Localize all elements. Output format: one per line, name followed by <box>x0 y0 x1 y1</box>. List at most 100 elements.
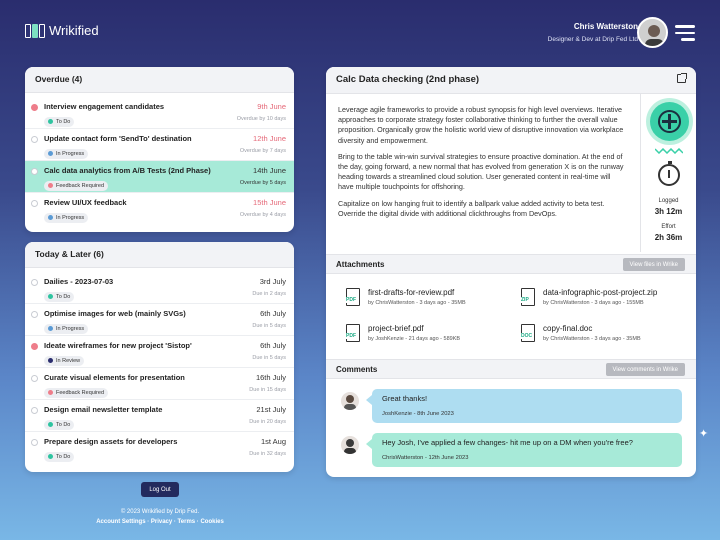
status-badge: To Do <box>44 116 75 127</box>
task-checkbox-icon[interactable] <box>31 311 38 318</box>
task-row[interactable]: Curate visual elements for presentation … <box>25 368 294 400</box>
task-row[interactable]: Design email newsletter template To Do 2… <box>25 400 294 432</box>
task-due-note: Overdue by 5 days <box>239 180 286 186</box>
status-label: In Review <box>56 357 81 364</box>
task-due-date: 15th June <box>253 198 286 207</box>
task-due-note: Due in 2 days <box>252 291 286 297</box>
attachments-title: Attachments <box>336 260 385 269</box>
attachment-item[interactable]: DOC copy-final.doc by ChrisWatterston - … <box>521 321 691 347</box>
task-due-date: 6th July <box>260 309 286 318</box>
status-dot-icon <box>48 151 53 156</box>
task-checkbox-icon[interactable] <box>31 407 38 414</box>
status-badge: To Do <box>44 451 75 462</box>
add-time-button[interactable] <box>650 102 689 141</box>
attachment-meta: by JoshKenzie - 21 days ago - 589KB <box>368 336 461 342</box>
status-label: In Progress <box>56 214 85 221</box>
view-comments-button[interactable]: View comments in Wrike <box>605 363 685 376</box>
task-title: Design email newsletter template <box>44 405 163 414</box>
status-badge: Feedback Required <box>44 180 109 191</box>
task-due-note: Overdue by 10 days <box>236 116 286 122</box>
status-dot-icon <box>48 326 53 331</box>
user-avatar[interactable] <box>637 17 668 48</box>
stopwatch-icon <box>658 161 680 186</box>
hamburger-menu-icon[interactable] <box>675 25 695 45</box>
task-description: Leverage agile frameworks to provide a r… <box>338 105 626 225</box>
task-row[interactable]: Prepare design assets for developers To … <box>25 432 294 464</box>
pdf-file-icon: PDF <box>346 324 360 342</box>
task-row-selected[interactable]: Calc data analytics from A/B Tests (2nd … <box>25 161 294 193</box>
task-due-note: Due in 20 days <box>249 419 286 425</box>
logged-value: 3h 12m <box>654 207 683 216</box>
brand-logo[interactable]: Wrikified <box>25 23 99 38</box>
task-title: Ideate wireframes for new project 'Sisto… <box>44 341 192 350</box>
comment-bubble: Hey Josh, I've applied a few changes- hi… <box>366 433 682 467</box>
description-paragraph: Leverage agile frameworks to provide a r… <box>338 105 624 145</box>
attachment-name: data-infographic-post-project.zip <box>543 288 658 297</box>
logout-button[interactable]: Log Out <box>141 482 179 497</box>
task-row[interactable]: Update contact form 'SendTo' destination… <box>25 129 294 161</box>
attachment-meta: by ChrisWatterston - 3 days ago - 35MB <box>368 300 466 306</box>
task-title: Calc data analytics from A/B Tests (2nd … <box>44 166 211 175</box>
task-row[interactable]: Ideate wireframes for new project 'Sisto… <box>25 336 294 368</box>
priority-flag-icon[interactable] <box>31 343 38 350</box>
task-checkbox-icon[interactable] <box>31 168 38 175</box>
status-dot-icon <box>48 358 53 363</box>
overdue-title: Overdue (4) <box>25 67 294 93</box>
task-due-date: 3rd July <box>259 277 286 286</box>
effort-value: 2h 36m <box>654 233 683 242</box>
task-row[interactable]: Interview engagement candidates To Do 9t… <box>25 97 294 129</box>
status-dot-icon <box>48 215 53 220</box>
comments-title: Comments <box>336 365 378 374</box>
task-title: Review UI/UX feedback <box>44 198 127 207</box>
status-label: To Do <box>56 453 71 460</box>
task-title: Dailies - 2023-07-03 <box>44 277 114 286</box>
commenter-avatar <box>341 436 359 454</box>
task-checkbox-icon[interactable] <box>31 200 38 207</box>
status-badge: In Progress <box>44 148 89 159</box>
comment-author: ChrisWatterston - 12th June 2023 <box>382 455 469 461</box>
comment-bubble: Great thanks! JoshKenzie - 8th June 2023 <box>366 389 682 423</box>
task-checkbox-icon[interactable] <box>31 279 38 286</box>
task-due-note: Overdue by 4 days <box>239 212 286 218</box>
task-title: Optimise images for web (mainly SVGs) <box>44 309 186 318</box>
task-due-date: 1st Aug <box>260 437 286 446</box>
task-checkbox-icon[interactable] <box>31 375 38 382</box>
task-row[interactable]: Optimise images for web (mainly SVGs) In… <box>25 304 294 336</box>
overdue-card: Overdue (4) Interview engagement candida… <box>25 67 294 232</box>
priority-flag-icon[interactable] <box>31 104 38 111</box>
task-due-note: Due in 15 days <box>249 387 286 393</box>
task-row[interactable]: Dailies - 2023-07-03 To Do 3rd July Due … <box>25 272 294 304</box>
attachment-meta: by ChrisWatterston - 3 days ago - 155MB <box>543 300 644 306</box>
task-checkbox-icon[interactable] <box>31 136 38 143</box>
task-row[interactable]: Review UI/UX feedback In Progress 15th J… <box>25 193 294 225</box>
attachment-item[interactable]: PDF project-brief.pdf by JoshKenzie - 21… <box>346 321 516 347</box>
task-due-date: 12th June <box>253 134 286 143</box>
status-dot-icon <box>48 294 53 299</box>
task-title: Curate visual elements for presentation <box>44 373 185 382</box>
footer-links[interactable]: Account Settings · Privacy · Terms · Coo… <box>25 519 295 525</box>
status-dot-icon <box>48 390 53 395</box>
status-dot-icon <box>48 119 53 124</box>
status-dot-icon <box>48 454 53 459</box>
user-info: Chris Watterston Designer & Dev at Drip … <box>548 22 638 43</box>
task-due-note: Overdue by 7 days <box>239 148 286 154</box>
attachment-item[interactable]: PDF first-drafts-for-review.pdf by Chris… <box>346 285 516 311</box>
status-badge: In Review <box>44 355 85 366</box>
task-due-note: Due in 32 days <box>249 451 286 457</box>
today-list: Dailies - 2023-07-03 To Do 3rd July Due … <box>25 268 294 464</box>
task-checkbox-icon[interactable] <box>31 439 38 446</box>
attachment-item[interactable]: ZIP data-infographic-post-project.zip by… <box>521 285 691 311</box>
status-label: In Progress <box>56 150 85 157</box>
view-files-button[interactable]: View files in Wrike <box>622 258 685 271</box>
task-detail-card: Calc Data checking (2nd phase) Leverage … <box>326 67 696 477</box>
attachment-name: project-brief.pdf <box>368 324 424 333</box>
status-badge: To Do <box>44 419 75 430</box>
open-external-icon[interactable] <box>677 73 687 83</box>
task-title: Interview engagement candidates <box>44 102 165 111</box>
description-paragraph: Bring to the table win-win survival stra… <box>338 151 624 192</box>
status-label: Feedback Required <box>56 182 105 189</box>
pdf-file-icon: PDF <box>346 288 360 306</box>
zip-file-icon: ZIP <box>521 288 535 306</box>
comment-text: Hey Josh, I've applied a few changes- hi… <box>382 438 633 447</box>
attachment-name: first-drafts-for-review.pdf <box>368 288 455 297</box>
